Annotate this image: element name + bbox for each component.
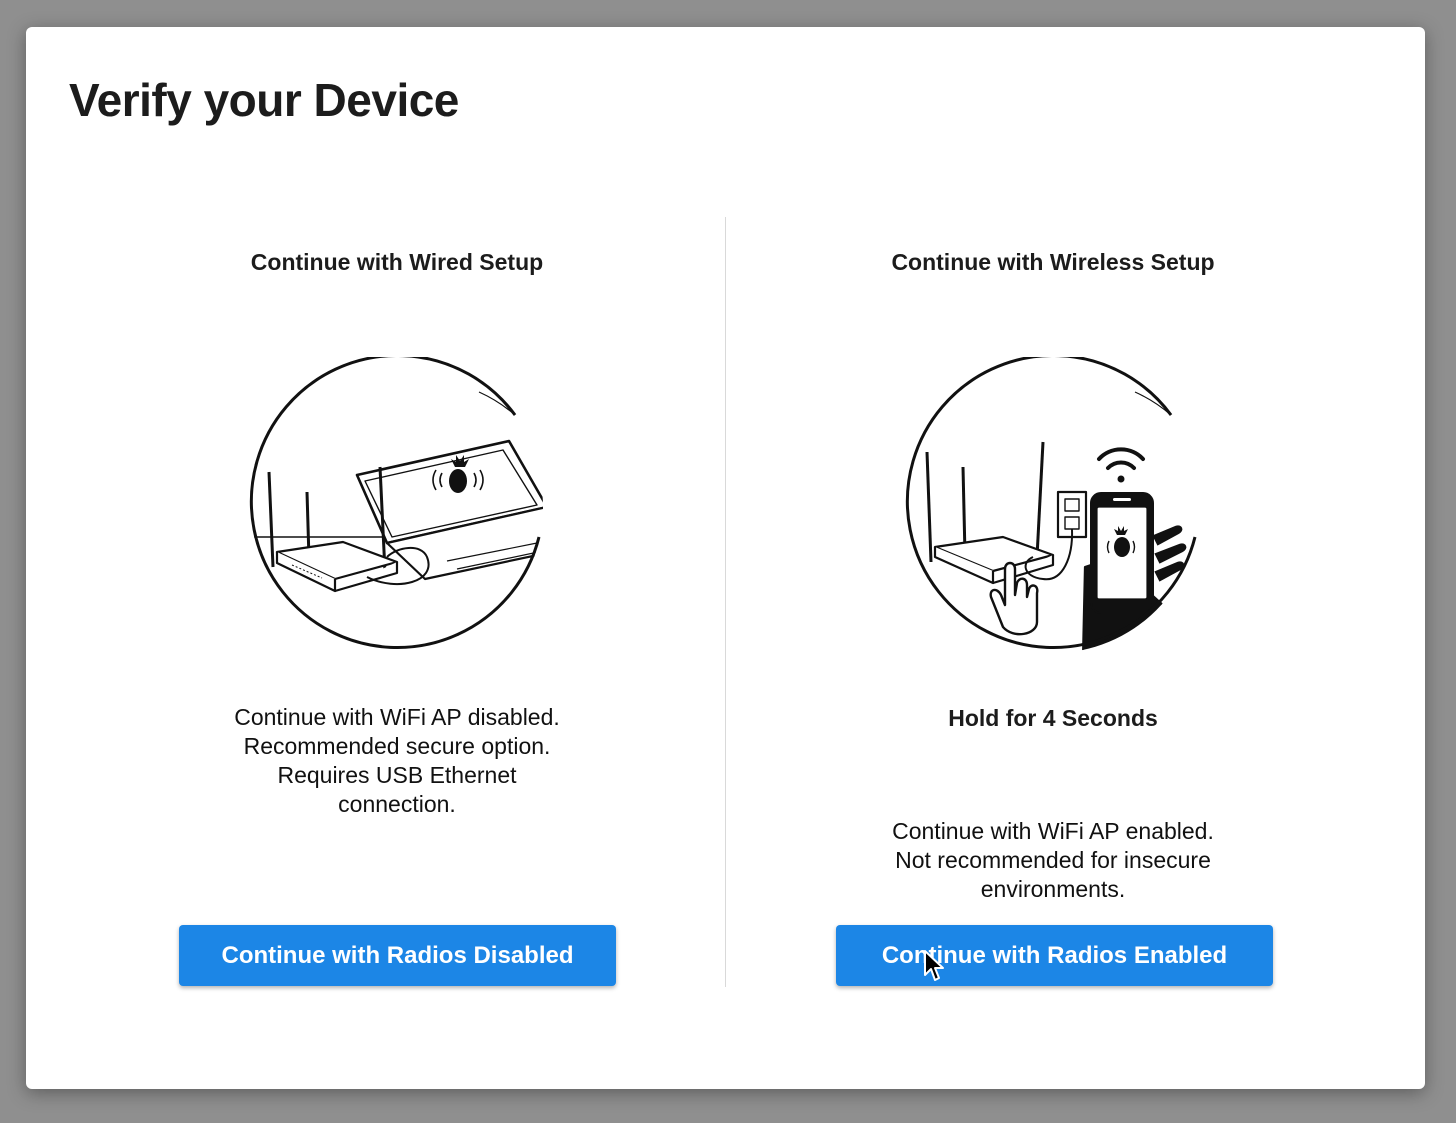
- verify-device-dialog: Verify your Device Continue with Wired S…: [26, 27, 1425, 1089]
- page-title: Verify your Device: [69, 74, 459, 126]
- wireless-setup-heading: Continue with Wireless Setup: [891, 249, 1215, 275]
- wired-setup-illustration: [247, 357, 547, 657]
- column-divider: [725, 217, 726, 987]
- wired-description-line: Continue with WiFi AP disabled.: [234, 704, 560, 730]
- wired-description-line: Requires USB Ethernet: [277, 762, 517, 788]
- wireless-description-line: environments.: [980, 876, 1126, 902]
- wireless-description-line: Not recommended for insecure: [895, 847, 1211, 873]
- wifi-icon: [1097, 447, 1145, 483]
- wireless-description: Continue with WiFi AP enabled. Not recom…: [833, 817, 1273, 904]
- wired-description-line: connection.: [338, 791, 456, 817]
- continue-radios-enabled-button[interactable]: Continue with Radios Enabled: [836, 925, 1273, 986]
- continue-radios-disabled-button[interactable]: Continue with Radios Disabled: [179, 925, 616, 986]
- wireless-description-line: Continue with WiFi AP enabled.: [892, 818, 1214, 844]
- pointer-cursor-icon: [924, 950, 944, 981]
- wireless-setup-illustration: [903, 357, 1203, 657]
- wired-description: Continue with WiFi AP disabled. Recommen…: [177, 703, 617, 819]
- wired-setup-heading: Continue with Wired Setup: [250, 249, 544, 275]
- hold-instruction: Hold for 4 Seconds: [948, 705, 1158, 731]
- wired-description-line: Recommended secure option.: [243, 733, 551, 759]
